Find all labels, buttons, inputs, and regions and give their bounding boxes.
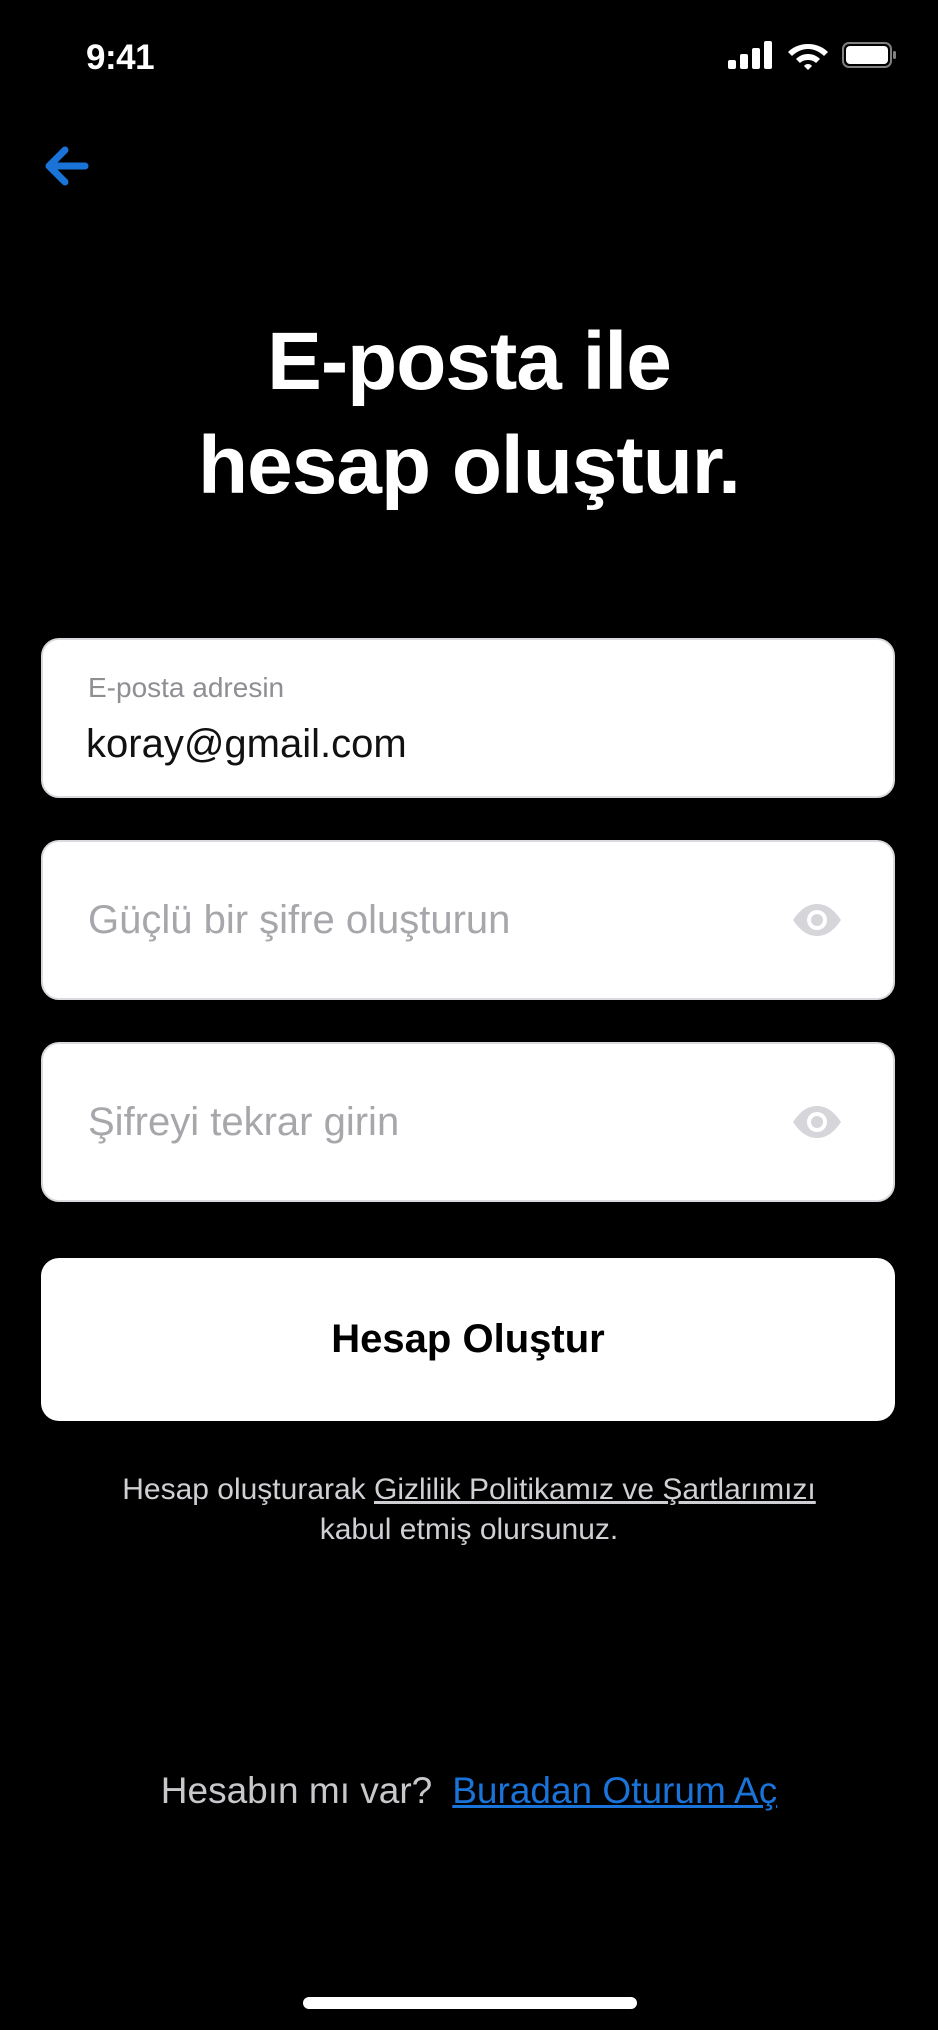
- signin-link[interactable]: Buradan Oturum Aç: [452, 1770, 777, 1811]
- eye-icon: [793, 904, 841, 936]
- signin-prompt: Hesabın mı var?: [160, 1770, 433, 1811]
- confirm-password-visibility-toggle[interactable]: [791, 1102, 843, 1142]
- back-button[interactable]: [36, 136, 96, 196]
- arrow-left-icon: [45, 146, 89, 186]
- privacy-terms-link[interactable]: Gizlilik Politikamız ve Şartlarımızı: [374, 1473, 816, 1506]
- page-title: E-posta ile hesap oluştur.: [0, 310, 938, 518]
- status-icons: [728, 40, 898, 70]
- terms-prefix: Hesap oluşturarak: [122, 1473, 375, 1506]
- terms-notice: Hesap oluşturarak Gizlilik Politikamız v…: [0, 1470, 938, 1550]
- terms-suffix: kabul etmiş olursunuz.: [319, 1513, 619, 1546]
- cellular-signal-icon: [728, 41, 772, 69]
- eye-icon: [793, 1106, 841, 1138]
- email-field-label: E-posta adresin: [88, 672, 285, 703]
- confirm-password-input[interactable]: [88, 1100, 778, 1145]
- wifi-icon: [788, 44, 828, 70]
- password-field[interactable]: [41, 840, 895, 1000]
- confirm-password-field[interactable]: [41, 1042, 895, 1202]
- create-account-button[interactable]: Hesap Oluştur: [41, 1258, 895, 1421]
- terms-line-1: Hesap oluşturarak Gizlilik Politikamız v…: [0, 1470, 938, 1510]
- password-visibility-toggle[interactable]: [791, 900, 843, 940]
- page-title-line-1: E-posta ile: [267, 316, 672, 407]
- email-field[interactable]: E-posta adresin: [41, 638, 895, 798]
- status-time: 9:41: [86, 38, 155, 77]
- status-bar: 9:41: [0, 0, 938, 110]
- signin-row: Hesabın mı var? Buradan Oturum Aç: [0, 1770, 938, 1812]
- page-title-line-2: hesap oluştur.: [198, 420, 741, 511]
- password-input[interactable]: [88, 898, 778, 943]
- battery-icon: [842, 42, 896, 68]
- email-input[interactable]: [86, 722, 786, 767]
- home-indicator: [303, 1997, 637, 2009]
